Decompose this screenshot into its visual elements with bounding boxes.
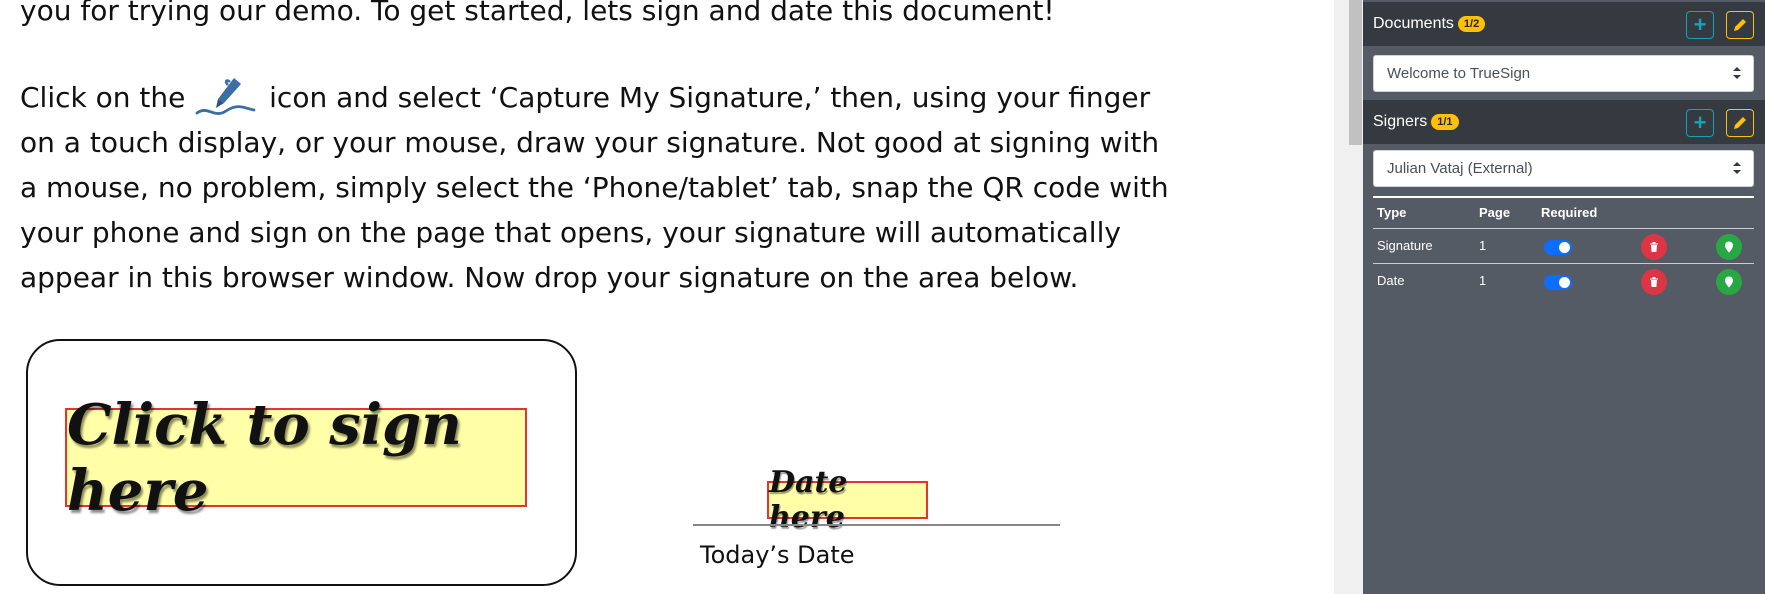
field-type: Date bbox=[1377, 273, 1405, 288]
plus-icon: + bbox=[1693, 12, 1707, 37]
trash-icon bbox=[1650, 277, 1658, 287]
pencil-icon bbox=[1734, 19, 1746, 31]
delete-field-button[interactable] bbox=[1641, 269, 1667, 295]
table-row: Date 1 bbox=[1373, 263, 1754, 298]
fields-table: Type Page Required Signature 1 Date 1 bbox=[1373, 196, 1754, 298]
signers-title: Signers 1/1 bbox=[1373, 113, 1459, 131]
field-type: Signature bbox=[1377, 238, 1433, 253]
plus-icon: + bbox=[1693, 110, 1707, 135]
signer-select[interactable]: Julian Vataj (External) bbox=[1373, 150, 1754, 187]
locate-field-button[interactable] bbox=[1716, 234, 1742, 260]
document-scrollbar[interactable] bbox=[1334, 0, 1363, 594]
required-toggle[interactable] bbox=[1544, 275, 1572, 290]
date-label: Today’s Date bbox=[700, 541, 855, 569]
toggle-knob bbox=[1559, 242, 1570, 253]
documents-title: Documents 1/2 bbox=[1373, 15, 1486, 33]
trash-icon bbox=[1650, 242, 1658, 252]
date-field[interactable]: Date here bbox=[767, 465, 928, 535]
add-signer-button[interactable]: + bbox=[1686, 109, 1714, 137]
header-required: Required bbox=[1541, 205, 1598, 220]
document-select-value: Welcome to TrueSign bbox=[1387, 65, 1531, 82]
instructions-paragraph: Click on the icon and select ‘Capture My… bbox=[20, 75, 1169, 300]
header-type: Type bbox=[1377, 205, 1407, 220]
intro-text: you for trying our demo. To get started,… bbox=[20, 0, 1055, 27]
header-page: Page bbox=[1479, 205, 1511, 220]
document-viewer: you for trying our demo. To get started,… bbox=[0, 0, 1334, 594]
instructions-line-4: your phone and sign on the page that ope… bbox=[20, 216, 1121, 249]
documents-count-badge: 1/2 bbox=[1457, 15, 1486, 32]
select-arrows-icon bbox=[1733, 67, 1741, 79]
select-arrows-icon bbox=[1733, 162, 1741, 174]
field-page: 1 bbox=[1479, 273, 1487, 288]
signers-title-text: Signers bbox=[1373, 113, 1428, 130]
map-marker-icon bbox=[1725, 276, 1733, 288]
instructions-line-1: Click on the icon and select ‘Capture My… bbox=[20, 75, 1169, 120]
documents-title-text: Documents bbox=[1373, 15, 1454, 32]
pencil-icon bbox=[1734, 117, 1746, 129]
toggle-knob bbox=[1559, 277, 1570, 288]
locate-field-button[interactable] bbox=[1716, 269, 1742, 295]
edit-document-button[interactable] bbox=[1726, 11, 1754, 39]
required-toggle[interactable] bbox=[1544, 240, 1572, 255]
table-row: Signature 1 bbox=[1373, 228, 1754, 263]
scrollbar-thumb[interactable] bbox=[1349, 0, 1362, 145]
instructions-line-1-start: Click on the bbox=[20, 81, 195, 114]
signature-field[interactable]: Click to sign here bbox=[65, 392, 527, 524]
fields-table-header: Type Page Required bbox=[1373, 198, 1754, 228]
field-page: 1 bbox=[1479, 238, 1487, 253]
side-panel: Documents 1/2 + Welcome to TrueSign Signe… bbox=[1363, 0, 1765, 594]
documents-header: Documents 1/2 + bbox=[1363, 2, 1765, 46]
instructions-line-3: a mouse, no problem, simply select the ‘… bbox=[20, 171, 1169, 204]
edit-signer-button[interactable] bbox=[1726, 109, 1754, 137]
signers-header: Signers 1/1 + bbox=[1363, 100, 1765, 144]
add-document-button[interactable]: + bbox=[1686, 11, 1714, 39]
date-line bbox=[693, 524, 1060, 526]
delete-field-button[interactable] bbox=[1641, 234, 1667, 260]
instructions-line-5: appear in this browser window. Now drop … bbox=[20, 261, 1079, 294]
pen-signature-icon bbox=[194, 75, 260, 120]
map-marker-icon bbox=[1725, 241, 1733, 253]
signers-count-badge: 1/1 bbox=[1431, 113, 1459, 130]
instructions-line-1-end: icon and select ‘Capture My Signature,’ … bbox=[260, 81, 1151, 114]
signer-select-value: Julian Vataj (External) bbox=[1387, 160, 1533, 177]
document-select[interactable]: Welcome to TrueSign bbox=[1373, 55, 1754, 92]
instructions-line-2: on a touch display, or your mouse, draw … bbox=[20, 126, 1160, 159]
